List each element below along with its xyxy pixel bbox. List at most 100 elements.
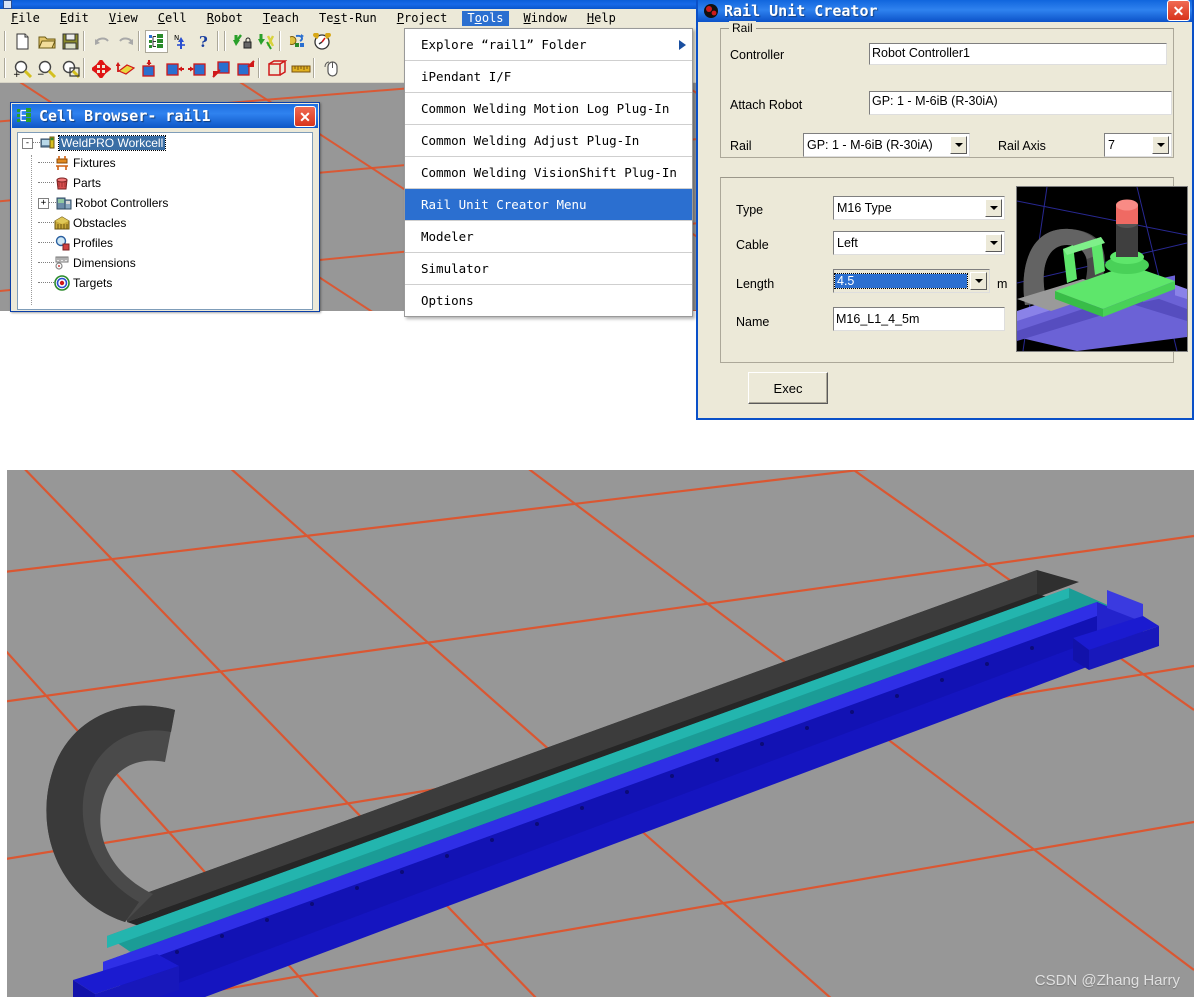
type-combobox[interactable]: M16 Type: [833, 196, 1005, 220]
svg-text:−: −: [37, 70, 45, 78]
type-combobox-value: M16 Type: [837, 201, 892, 215]
zoom-extents-icon[interactable]: [210, 57, 233, 80]
type-combobox-arrow-icon[interactable]: [985, 199, 1002, 217]
length-combobox[interactable]: 4.5: [833, 269, 990, 293]
undo-icon[interactable]: [90, 30, 113, 53]
main-3d-viewport[interactable]: CSDN @Zhang Harry: [7, 470, 1194, 997]
menu-teach[interactable]: Teach: [258, 11, 304, 26]
cell-browser-tree[interactable]: - WeldPRO Workcell Fixtures Parts + Robot Con…: [17, 132, 313, 310]
zoom-selected-icon[interactable]: [234, 57, 257, 80]
tree-item-obstacles[interactable]: Obstacles: [18, 213, 312, 233]
toolbar-separator: [83, 58, 85, 78]
tools-menu-item-label: Common Welding Motion Log Plug-In: [421, 101, 670, 116]
rail-axis-combobox-arrow-icon[interactable]: [1152, 136, 1169, 154]
tools-menu-item-common-welding-visionshift-plug-in[interactable]: Common Welding VisionShift Plug-In: [405, 157, 692, 189]
rail-label: Rail: [730, 139, 752, 153]
rail-combobox-value: GP: 1 - M-6iB (R-30iA): [807, 138, 933, 152]
tools-menu-item-common-welding-motion-log-plug-in[interactable]: Common Welding Motion Log Plug-In: [405, 93, 692, 125]
tree-connector: [38, 162, 54, 164]
attach-robot-field[interactable]: GP: 1 - M-6iB (R-30iA): [869, 91, 1172, 115]
cell-browser-close-button[interactable]: ✕: [294, 106, 316, 127]
tree-item-dimensions[interactable]: Dimensions: [18, 253, 312, 273]
open-folder-icon[interactable]: [35, 30, 58, 53]
tools-menu-item-rail-unit-creator-menu[interactable]: Rail Unit Creator Menu: [405, 189, 692, 221]
view-right-icon[interactable]: [186, 57, 209, 80]
menu-robot[interactable]: Robot: [202, 11, 248, 26]
menu-view[interactable]: View: [104, 11, 143, 26]
menu-cell[interactable]: Cell: [153, 11, 192, 26]
cable-combobox[interactable]: Left: [833, 231, 1005, 255]
toolbar-separator: [279, 31, 281, 51]
toolbar-separator: [258, 58, 260, 78]
tree-item-targets[interactable]: Targets: [18, 273, 312, 293]
cable-combobox-arrow-icon[interactable]: [985, 234, 1002, 252]
parts-icon: [54, 175, 70, 191]
rail-group-caption: Rail: [729, 21, 756, 35]
redo-icon[interactable]: [114, 30, 137, 53]
cable-label: Cable: [736, 238, 769, 252]
rail-combobox-arrow-icon[interactable]: [950, 136, 967, 154]
tools-menu-item-label: Modeler: [421, 229, 474, 244]
zoom-in-icon[interactable]: +: [11, 57, 34, 80]
menu-tools[interactable]: Tools: [462, 11, 509, 26]
tree-item-parts[interactable]: Parts: [18, 173, 312, 193]
tools-menu-item-options[interactable]: Options: [405, 285, 692, 316]
wireframe-cube-icon[interactable]: [265, 57, 288, 80]
tools-menu-item-modeler[interactable]: Modeler: [405, 221, 692, 253]
menu-help[interactable]: Help: [582, 11, 621, 26]
tree-item-fixtures[interactable]: Fixtures: [18, 153, 312, 173]
toolbar-separator: [138, 31, 140, 51]
mouse-cursor-icon[interactable]: [320, 57, 343, 80]
tools-menu-item-simulator[interactable]: Simulator: [405, 253, 692, 285]
workcell-icon: [40, 135, 56, 151]
menu-project[interactable]: Project: [392, 11, 453, 26]
help-question-icon[interactable]: ?: [193, 30, 216, 53]
tools-dropdown-menu[interactable]: Explore “rail1” Folder iPendant I/F Common…: [404, 28, 693, 317]
expand-icon[interactable]: +: [38, 197, 49, 209]
rail-unit-preview-render: [1017, 187, 1187, 351]
tools-menu-item-ipendant-i-f[interactable]: iPendant I/F: [405, 61, 692, 93]
collapse-icon[interactable]: -: [22, 137, 33, 149]
measure-ruler-icon[interactable]: [289, 57, 312, 80]
tree-item-robot-controllers[interactable]: + Robot Controllers: [18, 193, 312, 213]
save-disk-icon[interactable]: [59, 30, 82, 53]
rail-axis-combobox-value: 7: [1108, 138, 1115, 152]
cycle-start-icon[interactable]: [286, 30, 309, 53]
tools-menu-item-common-welding-adjust-plug-in[interactable]: Common Welding Adjust Plug-In: [405, 125, 692, 157]
cell-browser-window[interactable]: Cell Browser- rail1 ✕ - WeldPRO Workcell F…: [10, 102, 320, 312]
menu-window[interactable]: Window: [519, 11, 572, 26]
menu-edit[interactable]: Edit: [55, 11, 94, 26]
pan-move-icon[interactable]: [90, 57, 113, 80]
length-combobox-arrow-icon[interactable]: [970, 272, 987, 290]
app-system-menu-icon[interactable]: [3, 0, 12, 9]
view-left-icon[interactable]: [162, 57, 185, 80]
teach-move-icon[interactable]: [255, 30, 278, 53]
tools-menu-item-explore-rail1-folder[interactable]: Explore “rail1” Folder: [405, 29, 692, 61]
tools-menu-item-label: iPendant I/F: [421, 69, 512, 84]
tree-item-profiles[interactable]: Profiles: [18, 233, 312, 253]
menu-test-run[interactable]: Test-Run: [314, 11, 382, 26]
rail-unit-creator-dialog[interactable]: Rail Unit Creator ✕ Rail Controller Robo…: [696, 0, 1194, 420]
rail-axis-combobox[interactable]: 7: [1104, 133, 1172, 157]
menu-file[interactable]: File: [6, 11, 45, 26]
length-unit-label: m: [997, 277, 1008, 291]
svg-text:N: N: [174, 34, 179, 42]
exec-button[interactable]: Exec: [748, 372, 828, 404]
zoom-window-icon[interactable]: [59, 57, 82, 80]
name-field[interactable]: M16_L1_4_5m: [833, 307, 1005, 331]
alarm-clock-icon[interactable]: [310, 30, 333, 53]
rotate-plane-icon[interactable]: [114, 57, 137, 80]
tools-menu-item-label: Simulator: [421, 261, 489, 276]
zoom-out-icon[interactable]: −: [35, 57, 58, 80]
rail-combobox[interactable]: GP: 1 - M-6iB (R-30iA): [803, 133, 970, 157]
center-top-icon[interactable]: [138, 57, 161, 80]
tree-view-icon[interactable]: [145, 30, 168, 53]
controller-field[interactable]: Robot Controller1: [869, 43, 1167, 65]
dimensions-icon: [54, 255, 70, 271]
north-arrow-icon[interactable]: N: [169, 30, 192, 53]
new-file-icon[interactable]: [11, 30, 34, 53]
teach-lock-icon[interactable]: [231, 30, 254, 53]
tools-menu-item-label: Explore “rail1” Folder: [421, 37, 587, 52]
tree-item-weldpro-workcell[interactable]: - WeldPRO Workcell: [18, 133, 312, 153]
rail-unit-creator-close-button[interactable]: ✕: [1167, 0, 1190, 21]
